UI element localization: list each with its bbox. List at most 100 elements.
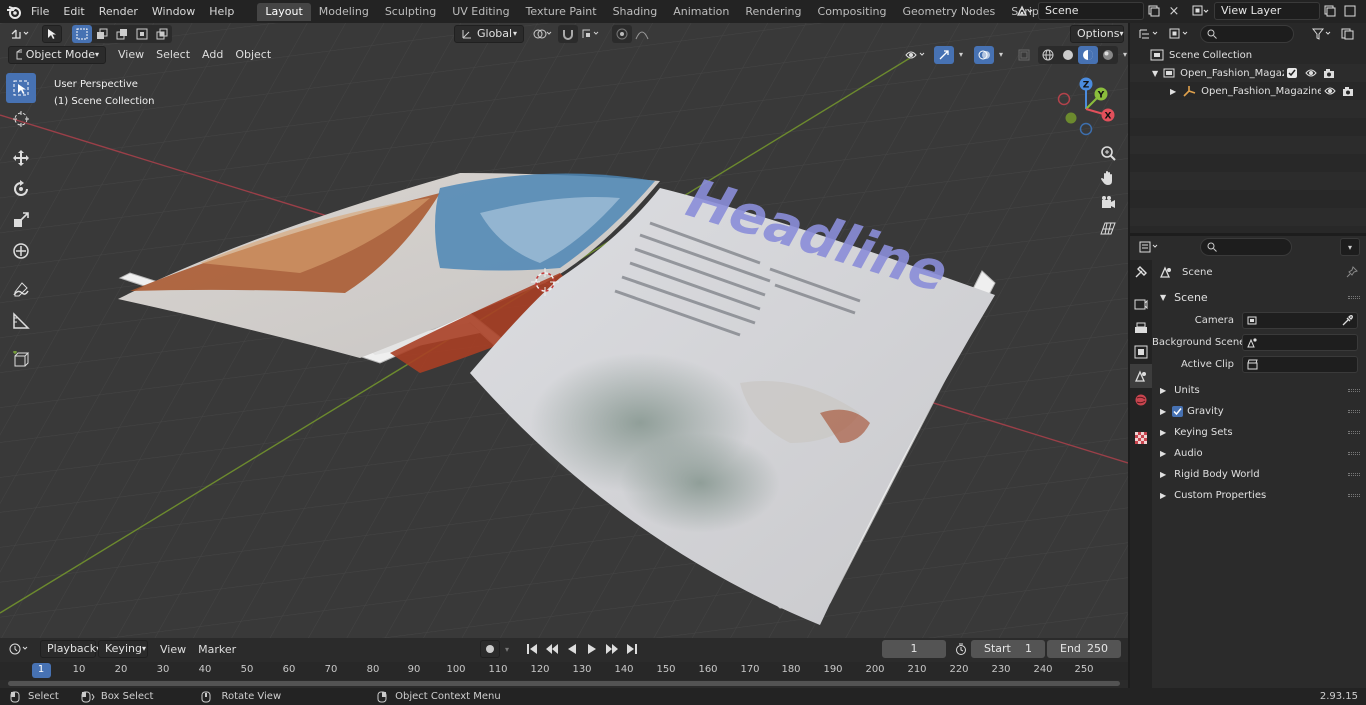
menu-help[interactable]: Help <box>202 0 241 23</box>
tab-output-icon[interactable] <box>1130 316 1152 340</box>
viewport-menu-select[interactable]: Select <box>150 48 196 61</box>
object-visibility-eye-icon[interactable] <box>1324 86 1336 96</box>
current-frame-field[interactable]: 1 <box>882 640 946 658</box>
panel-grip-icon[interactable] <box>1348 431 1360 434</box>
jump-prev-keyframe-icon[interactable] <box>542 640 562 658</box>
tool-rotate-icon[interactable] <box>6 174 36 204</box>
collection-checkbox[interactable] <box>1287 68 1298 78</box>
overlays-toggle-icon[interactable] <box>974 45 994 64</box>
shading-material-icon[interactable] <box>1078 45 1098 64</box>
auto-keying-dropdown-icon[interactable]: ▾ <box>500 640 514 658</box>
tab-tool-icon[interactable] <box>1130 260 1152 284</box>
object-mode-dropdown[interactable]: Object Mode ▾ <box>8 45 106 64</box>
eyedropper-icon[interactable] <box>1342 315 1353 326</box>
panel-gravity[interactable]: ▶ Gravity <box>1152 401 1366 422</box>
gizmo-toggle-icon[interactable] <box>934 45 954 64</box>
camera-field[interactable] <box>1242 312 1358 329</box>
blender-logo-icon[interactable] <box>4 3 24 21</box>
preview-range-icon[interactable] <box>951 640 971 658</box>
unlink-scene-icon[interactable]: × <box>1164 2 1184 20</box>
zoom-icon[interactable] <box>1096 141 1120 165</box>
menu-render[interactable]: Render <box>92 0 145 23</box>
timeline-menu-marker[interactable]: Marker <box>192 643 242 656</box>
view-layer-icon[interactable] <box>1188 2 1214 20</box>
shading-solid-icon[interactable] <box>1058 46 1078 64</box>
visibility-eye-icon[interactable] <box>1305 68 1317 78</box>
tool-add-cube-icon[interactable] <box>6 345 36 375</box>
tab-layout[interactable]: Layout <box>257 2 311 21</box>
tab-render-icon[interactable] <box>1130 292 1152 316</box>
pivot-point-icon[interactable] <box>528 25 558 43</box>
panel-audio[interactable]: ▶ Audio <box>1152 443 1366 464</box>
pin-icon[interactable] <box>1346 266 1358 278</box>
tab-texture-icon[interactable] <box>1130 426 1152 450</box>
panel-grip-icon[interactable] <box>1348 296 1360 299</box>
select-mode-intersect-icon[interactable] <box>152 25 172 43</box>
collapsed-arrow-icon[interactable]: ▶ <box>1170 87 1176 96</box>
start-frame-field[interactable]: Start 1 <box>971 640 1045 658</box>
tab-animation[interactable]: Animation <box>665 3 737 21</box>
tool-cursor-icon[interactable] <box>6 104 36 134</box>
scene-selector-icon[interactable] <box>1012 2 1038 20</box>
tab-rendering[interactable]: Rendering <box>737 3 809 21</box>
tab-sculpting[interactable]: Sculpting <box>377 3 444 21</box>
editor-type-icon[interactable] <box>6 25 36 43</box>
tab-world-icon[interactable] <box>1130 388 1152 412</box>
tool-measure-icon[interactable] <box>6 306 36 336</box>
panel-grip-icon[interactable] <box>1348 494 1360 497</box>
pan-hand-icon[interactable] <box>1096 166 1120 190</box>
background-scene-field[interactable] <box>1242 334 1358 351</box>
outliner-row-scene-collection[interactable]: Scene Collection <box>1130 46 1366 64</box>
navigation-gizmo[interactable]: Z Y X <box>1056 75 1120 139</box>
outliner-row-collection[interactable]: ▼ Open_Fashion_Magazine_Mo <box>1130 64 1366 82</box>
select-mode-new-icon[interactable] <box>72 24 92 43</box>
viewport-menu-view[interactable]: View <box>112 48 150 61</box>
active-clip-field[interactable] <box>1242 356 1358 373</box>
transform-orientation-dropdown[interactable]: Global ▾ <box>454 24 524 43</box>
panel-grip-icon[interactable] <box>1348 473 1360 476</box>
tab-geometry-nodes[interactable]: Geometry Nodes <box>894 3 1003 21</box>
tool-annotate-icon[interactable] <box>6 275 36 305</box>
tab-uv-editing[interactable]: UV Editing <box>444 3 517 21</box>
panel-grip-icon[interactable] <box>1348 410 1360 413</box>
new-view-layer-icon[interactable] <box>1320 2 1340 20</box>
tool-scale-icon[interactable] <box>6 205 36 235</box>
filter-icon[interactable] <box>1308 25 1338 43</box>
properties-editor-type-icon[interactable] <box>1136 238 1164 256</box>
display-mode-icon[interactable] <box>1166 25 1194 43</box>
keying-dropdown[interactable]: Keying ▾ <box>98 640 148 658</box>
menu-edit[interactable]: Edit <box>56 0 91 23</box>
jump-end-icon[interactable] <box>622 640 642 658</box>
panel-grip-icon[interactable] <box>1348 389 1360 392</box>
panel-custom-properties[interactable]: ▶ Custom Properties <box>1152 485 1366 506</box>
jump-start-icon[interactable] <box>522 640 542 658</box>
gizmo-dropdown-icon[interactable]: ▾ <box>954 46 968 64</box>
select-tweak-icon[interactable] <box>42 24 62 43</box>
outliner-editor-type-icon[interactable] <box>1136 25 1164 43</box>
select-mode-subtract-icon[interactable] <box>112 25 132 43</box>
properties-search-input[interactable] <box>1200 238 1292 256</box>
tool-move-icon[interactable] <box>6 143 36 173</box>
options-dropdown[interactable]: Options ▾ <box>1070 24 1124 43</box>
tab-shading[interactable]: Shading <box>605 3 666 21</box>
tab-texture-paint[interactable]: Texture Paint <box>518 3 605 21</box>
panel-units[interactable]: ▶ Units <box>1152 380 1366 401</box>
tab-compositing[interactable]: Compositing <box>810 3 895 21</box>
camera-view-icon[interactable] <box>1096 191 1120 215</box>
record-keyframe-icon[interactable] <box>480 640 500 658</box>
ortho-grid-icon[interactable] <box>1096 216 1120 240</box>
select-mode-invert-icon[interactable] <box>132 25 152 43</box>
playback-dropdown[interactable]: Playback▾ <box>40 640 100 658</box>
new-scene-icon[interactable] <box>1144 2 1164 20</box>
jump-next-keyframe-icon[interactable] <box>602 640 622 658</box>
tool-select-box-icon[interactable] <box>6 73 36 103</box>
outliner-row-object[interactable]: ▶ Open_Fashion_Magazine <box>1130 82 1366 100</box>
tool-transform-icon[interactable] <box>6 236 36 266</box>
panel-scene[interactable]: ▼ Scene <box>1152 287 1366 308</box>
panel-grip-icon[interactable] <box>1348 452 1360 455</box>
play-reverse-icon[interactable] <box>562 640 582 658</box>
proportional-edit-icon[interactable] <box>612 24 632 43</box>
properties-options-icon[interactable]: ▾ <box>1340 238 1360 256</box>
shading-dropdown-icon[interactable]: ▾ <box>1118 46 1128 64</box>
3d-viewport[interactable]: Headline Global ▾ Options ▾ Object Mode … <box>0 23 1128 638</box>
